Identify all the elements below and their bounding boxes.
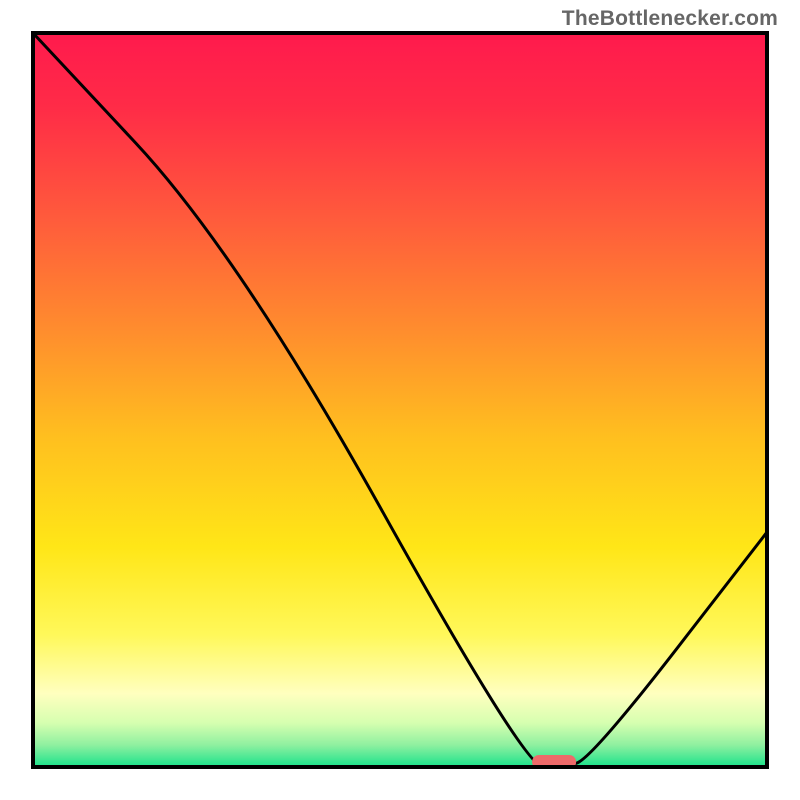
- chart-container: TheBottlenecker.com: [0, 0, 800, 800]
- attribution-label: TheBottlenecker.com: [562, 7, 778, 31]
- gradient-background: [33, 33, 767, 767]
- bottleneck-chart: [15, 15, 785, 785]
